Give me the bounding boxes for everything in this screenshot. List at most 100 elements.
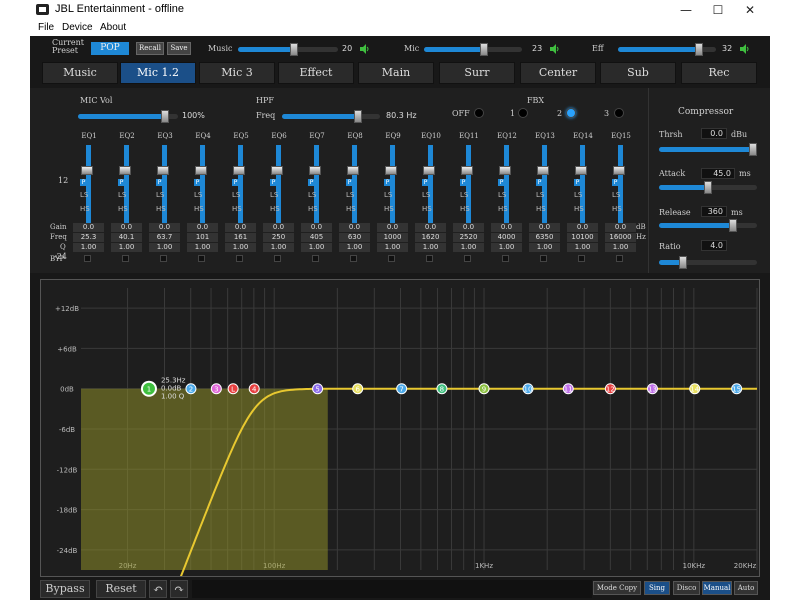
low-shelf-toggle[interactable]: LS [308,191,316,199]
eq-gain-value[interactable]: 0.0 [377,223,408,232]
eq-q-value[interactable]: 1.00 [377,243,408,252]
eq-node-10[interactable]: 10 [522,383,534,395]
low-shelf-toggle[interactable]: LS [156,191,164,199]
eq-bypass-checkbox[interactable] [312,255,319,262]
eq-gain-value[interactable]: 0.0 [111,223,142,232]
eq-freq-value[interactable]: 2520 [453,233,484,242]
eq-bypass-checkbox[interactable] [198,255,205,262]
low-shelf-toggle[interactable]: LS [422,191,430,199]
thrsh-slider[interactable] [659,143,757,156]
high-shelf-toggle[interactable]: HS [232,205,242,213]
high-shelf-toggle[interactable]: HS [118,205,128,213]
close-button[interactable]: ✕ [734,0,766,21]
low-shelf-toggle[interactable]: LS [498,191,506,199]
eq-node-2[interactable]: 2 [185,383,197,395]
high-shelf-toggle[interactable]: HS [460,205,470,213]
eq-freq-value[interactable]: 4000 [491,233,522,242]
eq-freq-value[interactable]: 405 [301,233,332,242]
eq-gain-slider-thumb[interactable] [347,166,359,175]
eq-gain-slider-thumb[interactable] [271,166,283,175]
eq-q-value[interactable]: 1.00 [605,243,636,252]
menu-device[interactable]: Device [62,22,93,33]
low-shelf-toggle[interactable]: LS [270,191,278,199]
low-shelf-toggle[interactable]: LS [194,191,202,199]
peak-filter-toggle[interactable]: P [308,179,315,186]
low-shelf-toggle[interactable]: LS [536,191,544,199]
tab-music[interactable]: Music [42,62,118,84]
reset-button[interactable]: Reset [96,580,146,598]
eq-gain-slider-thumb[interactable] [499,166,511,175]
eq-q-value[interactable]: 1.00 [529,243,560,252]
eq-node-7[interactable]: 7 [396,383,408,395]
eq-gain-slider-thumb[interactable] [309,166,321,175]
tab-rec[interactable]: Rec [681,62,757,84]
eq-gain-value[interactable]: 0.0 [605,223,636,232]
release-input[interactable]: 360 [701,206,727,217]
peak-filter-toggle[interactable]: P [422,179,429,186]
eq-gain-slider-thumb[interactable] [537,166,549,175]
eq-freq-value[interactable]: 6350 [529,233,560,242]
tab-sub[interactable]: Sub [600,62,676,84]
eq-gain-value[interactable]: 0.0 [225,223,256,232]
tab-center[interactable]: Center [520,62,596,84]
low-shelf-toggle[interactable]: LS [612,191,620,199]
eq-bypass-checkbox[interactable] [84,255,91,262]
eq-q-value[interactable]: 1.00 [301,243,332,252]
mode-manual-button[interactable]: Manual [702,581,732,595]
eq-freq-value[interactable]: 1620 [415,233,446,242]
eq-freq-value[interactable]: 40.1 [111,233,142,242]
maximize-button[interactable]: ☐ [702,0,734,21]
minimize-button[interactable]: — [670,0,702,21]
peak-filter-toggle[interactable]: P [384,179,391,186]
recall-button[interactable]: Recall [136,42,164,55]
peak-filter-toggle[interactable]: P [194,179,201,186]
eq-bypass-checkbox[interactable] [274,255,281,262]
eq-node-12[interactable]: 12 [604,383,616,395]
eq-gain-slider-thumb[interactable] [423,166,435,175]
music-speaker-icon[interactable] [360,44,370,54]
eq-gain-slider-thumb[interactable] [81,166,93,175]
eq-gain-value[interactable]: 0.0 [529,223,560,232]
tab-main[interactable]: Main [358,62,434,84]
redo-button[interactable]: ↷ [170,580,188,598]
high-shelf-toggle[interactable]: HS [536,205,546,213]
eq-gain-value[interactable]: 0.0 [415,223,446,232]
eq-freq-value[interactable]: 161 [225,233,256,242]
eq-gain-slider-thumb[interactable] [613,166,625,175]
eq-node-14[interactable]: 14 [689,383,701,395]
eq-gain-value[interactable]: 0.0 [339,223,370,232]
eq-bypass-checkbox[interactable] [464,255,471,262]
peak-filter-toggle[interactable]: P [536,179,543,186]
eq-gain-value[interactable]: 0.0 [567,223,598,232]
bypass-button[interactable]: Bypass [40,580,90,598]
peak-filter-toggle[interactable]: P [118,179,125,186]
peak-filter-toggle[interactable]: P [156,179,163,186]
eq-bypass-checkbox[interactable] [616,255,623,262]
eq-freq-value[interactable]: 630 [339,233,370,242]
peak-filter-toggle[interactable]: P [270,179,277,186]
peak-filter-toggle[interactable]: P [612,179,619,186]
menu-file[interactable]: File [38,22,54,33]
thrsh-input[interactable]: 0.0 [701,128,727,139]
tab-mic-1-2[interactable]: Mic 1.2 [120,62,196,84]
eq-gain-slider-thumb[interactable] [461,166,473,175]
high-shelf-toggle[interactable]: HS [270,205,280,213]
eq-node-8[interactable]: 8 [436,383,448,395]
high-shelf-toggle[interactable]: HS [422,205,432,213]
undo-button[interactable]: ↶ [149,580,167,598]
eq-q-value[interactable]: 1.00 [415,243,446,252]
peak-filter-toggle[interactable]: P [80,179,87,186]
peak-filter-toggle[interactable]: P [460,179,467,186]
eq-gain-value[interactable]: 0.0 [263,223,294,232]
peak-filter-toggle[interactable]: P [232,179,239,186]
eq-q-value[interactable]: 1.00 [187,243,218,252]
tab-effect[interactable]: Effect [278,62,354,84]
eq-bypass-checkbox[interactable] [540,255,547,262]
eq-gain-slider-thumb[interactable] [195,166,207,175]
mode-sing-button[interactable]: Sing [644,581,670,595]
high-shelf-toggle[interactable]: HS [308,205,318,213]
low-shelf-toggle[interactable]: LS [118,191,126,199]
eq-freq-value[interactable]: 250 [263,233,294,242]
eq-bypass-checkbox[interactable] [502,255,509,262]
high-shelf-toggle[interactable]: HS [384,205,394,213]
